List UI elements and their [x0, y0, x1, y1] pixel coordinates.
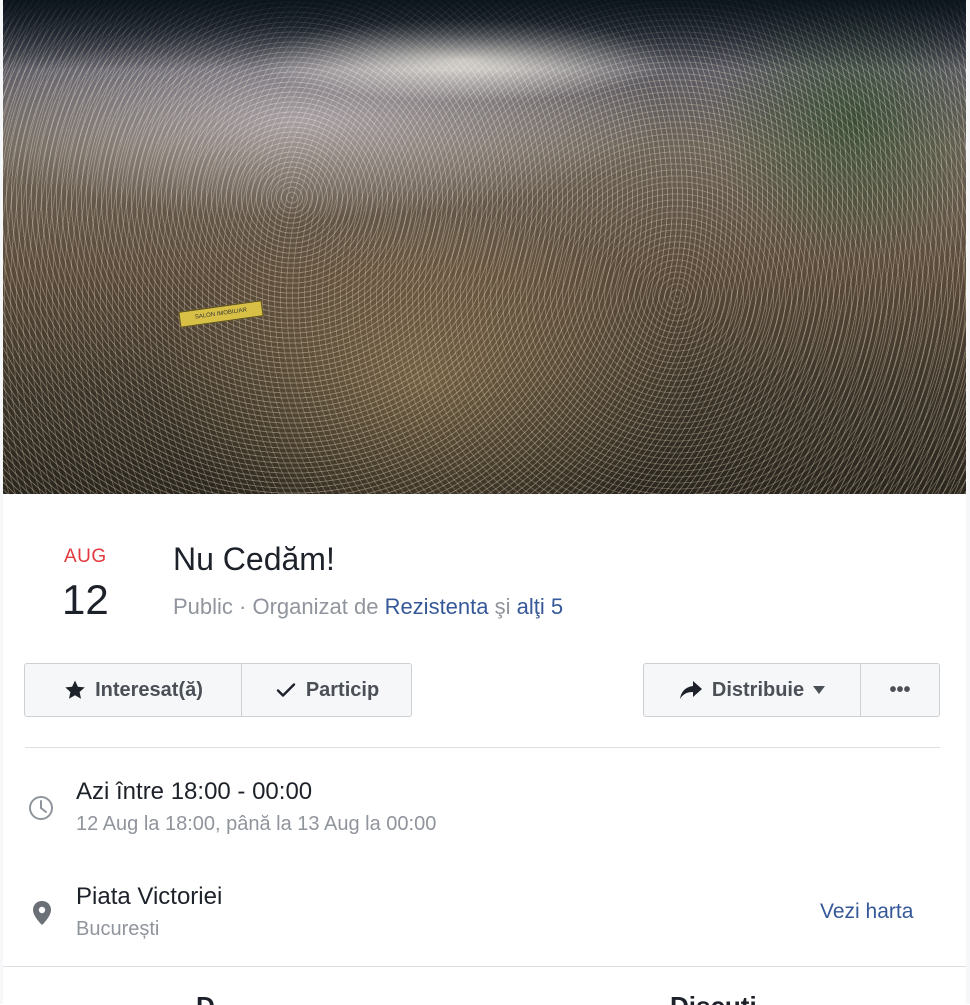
section-divider: [25, 747, 940, 748]
more-options-button[interactable]: •••: [861, 664, 939, 716]
share-button-group: Distribuie •••: [643, 663, 940, 717]
tab-details[interactable]: D: [196, 991, 215, 1005]
checkmark-icon: [274, 678, 298, 702]
star-icon: [63, 678, 87, 702]
more-options-label: •••: [889, 678, 911, 701]
tab-discussion[interactable]: Discuti: [670, 991, 757, 1005]
interested-button[interactable]: Interesat(ă): [25, 664, 242, 716]
cover-photo[interactable]: SALON IMOBILIAR: [3, 0, 966, 494]
organizer-link[interactable]: Rezistenta: [385, 594, 489, 619]
clock-icon: [28, 795, 54, 826]
going-button[interactable]: Particip: [242, 664, 411, 716]
going-label: Particip: [305, 678, 380, 701]
event-subtitle: Public · Organizat de Rezistenta şi alţi…: [173, 594, 563, 620]
location-pin-icon: [31, 900, 53, 931]
organized-by-prefix: · Organizat de: [232, 594, 385, 619]
share-label: Distribuie: [711, 678, 805, 701]
event-location-city: București: [76, 918, 160, 940]
event-location-name[interactable]: Piata Victoriei: [76, 883, 222, 911]
caret-down-icon: [812, 685, 826, 695]
event-tabs-bar: D Discuti: [3, 966, 966, 1005]
cover-banner: SALON IMOBILIAR: [178, 300, 264, 328]
share-button[interactable]: Distribuie: [644, 664, 861, 716]
date-month: AUG: [64, 546, 107, 567]
date-day: 12: [62, 576, 109, 623]
and-text: şi: [488, 594, 517, 619]
event-card: SALON IMOBILIAR AUG 12 Nu Cedăm! Public …: [0, 0, 970, 1005]
event-time[interactable]: Azi între 18:00 - 00:00: [76, 778, 312, 806]
event-title: Nu Cedăm!: [173, 541, 335, 577]
view-map-link[interactable]: Vezi harta: [820, 900, 913, 924]
interested-label: Interesat(ă): [95, 678, 203, 701]
event-time-detail: 12 Aug la 18:00, până la 13 Aug la 00:00: [76, 813, 437, 835]
share-arrow-icon: [678, 679, 704, 701]
privacy-label: Public: [173, 594, 233, 619]
other-organizers-link[interactable]: alţi 5: [517, 594, 563, 619]
rsvp-button-group: Interesat(ă) Particip: [24, 663, 412, 717]
